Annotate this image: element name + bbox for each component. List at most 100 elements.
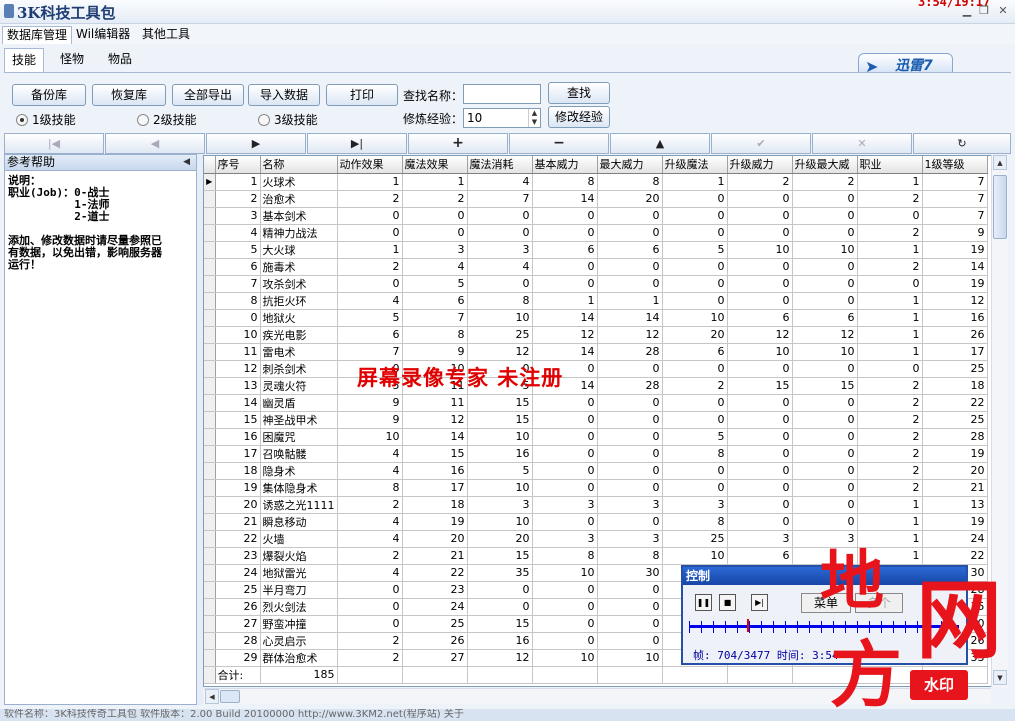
table-cell[interactable]: 1: [857, 173, 923, 191]
table-cell[interactable]: 0: [215, 309, 261, 327]
table-row[interactable]: 6 施毒术 2 4 4 0 0 0 0 0 2 14: [204, 258, 988, 276]
table-cell[interactable]: 15: [792, 377, 858, 395]
table-cell[interactable]: 14: [922, 258, 988, 276]
table-row[interactable]: 0 地狱火 5 7 10 14 14 10 6 6 1 16: [204, 309, 988, 327]
table-row[interactable]: ▶ 1 火球术 1 1 4 8 8 1 2 2 1 7: [204, 173, 988, 191]
table-cell[interactable]: 22: [922, 394, 988, 412]
table-cell[interactable]: 0: [727, 275, 793, 293]
table-cell[interactable]: 2: [857, 428, 923, 446]
next-record-icon[interactable]: ▶: [206, 133, 306, 154]
table-cell[interactable]: 0: [402, 207, 468, 225]
table-cell[interactable]: 24: [215, 564, 261, 582]
table-cell[interactable]: 0: [532, 411, 598, 429]
table-cell[interactable]: 29: [215, 649, 261, 667]
table-cell[interactable]: 27: [402, 649, 468, 667]
table-cell[interactable]: 2: [215, 190, 261, 208]
table-cell[interactable]: 0: [597, 394, 663, 412]
table-cell[interactable]: 9: [337, 411, 403, 429]
table-cell[interactable]: 0: [727, 207, 793, 225]
table-cell[interactable]: 3: [402, 241, 468, 259]
hscroll-thumb[interactable]: [220, 690, 240, 703]
column-header[interactable]: 最大威力: [597, 156, 663, 174]
table-cell[interactable]: 0: [467, 275, 533, 293]
table-cell[interactable]: 4: [337, 445, 403, 463]
close-icon[interactable]: ✕: [996, 4, 1010, 18]
maximize-icon[interactable]: ❐: [977, 4, 991, 18]
table-cell[interactable]: 1: [532, 292, 598, 310]
table-cell[interactable]: 15: [467, 615, 533, 633]
table-cell[interactable]: 0: [792, 207, 858, 225]
table-cell[interactable]: 26: [402, 632, 468, 650]
table-cell[interactable]: 0: [662, 360, 728, 378]
table-cell[interactable]: 0: [532, 632, 598, 650]
table-cell[interactable]: 8: [597, 547, 663, 565]
table-cell[interactable]: 8: [337, 479, 403, 497]
table-cell[interactable]: 0: [337, 224, 403, 242]
table-cell[interactable]: 2: [857, 377, 923, 395]
table-cell[interactable]: 灵魂火符: [260, 377, 338, 395]
table-cell[interactable]: 0: [597, 275, 663, 293]
table-cell[interactable]: 10: [792, 241, 858, 259]
table-cell[interactable]: 0: [857, 360, 923, 378]
post-check-icon[interactable]: ✔: [711, 133, 811, 154]
table-cell[interactable]: 20: [215, 496, 261, 514]
table-cell[interactable]: 5: [402, 275, 468, 293]
table-cell[interactable]: 28: [922, 428, 988, 446]
column-header[interactable]: 升级威力: [727, 156, 793, 174]
table-cell[interactable]: 0: [792, 258, 858, 276]
table-row[interactable]: 13 灵魂火符 5 11 5 14 28 2 15 15 2 18: [204, 377, 988, 395]
table-cell[interactable]: 16: [467, 445, 533, 463]
pause-icon[interactable]: ❚❚: [695, 594, 712, 611]
table-cell[interactable]: 0: [662, 258, 728, 276]
table-cell[interactable]: 3: [215, 207, 261, 225]
table-cell[interactable]: 15: [467, 411, 533, 429]
column-header[interactable]: 升级魔法: [662, 156, 728, 174]
cancel-x-icon[interactable]: ✕: [812, 133, 912, 154]
table-cell[interactable]: 精神力战法: [260, 224, 338, 242]
column-header[interactable]: 魔法效果: [402, 156, 468, 174]
table-cell[interactable]: 24: [402, 598, 468, 616]
table-cell[interactable]: 14: [532, 343, 598, 361]
table-cell[interactable]: 2: [857, 445, 923, 463]
table-cell[interactable]: 17: [215, 445, 261, 463]
table-cell[interactable]: 16: [467, 632, 533, 650]
table-cell[interactable]: 4: [402, 258, 468, 276]
table-cell[interactable]: 0: [792, 479, 858, 497]
table-cell[interactable]: 19: [402, 513, 468, 531]
table-cell[interactable]: 2: [792, 173, 858, 191]
table-cell[interactable]: 2: [857, 479, 923, 497]
table-cell[interactable]: 10: [215, 326, 261, 344]
table-row[interactable]: 4 精神力战法 0 0 0 0 0 0 0 0 2 9: [204, 224, 988, 242]
menu-database[interactable]: 数据库管理: [2, 26, 73, 44]
table-cell[interactable]: 10: [597, 649, 663, 667]
table-cell[interactable]: 2: [337, 190, 403, 208]
table-cell[interactable]: 2: [337, 547, 403, 565]
table-cell[interactable]: 12: [597, 326, 663, 344]
table-cell[interactable]: 2: [402, 190, 468, 208]
table-cell[interactable]: 3: [532, 496, 598, 514]
table-row[interactable]: 16 困魔咒 10 14 10 0 0 5 0 0 2 28: [204, 428, 988, 446]
table-cell[interactable]: 19: [922, 513, 988, 531]
table-cell[interactable]: 2: [857, 462, 923, 480]
table-cell[interactable]: 0: [792, 445, 858, 463]
table-cell[interactable]: 0: [532, 207, 598, 225]
table-cell[interactable]: 2: [337, 632, 403, 650]
table-cell[interactable]: 6: [215, 258, 261, 276]
table-cell[interactable]: 0: [792, 292, 858, 310]
table-cell[interactable]: 22: [215, 530, 261, 548]
table-cell[interactable]: 0: [467, 207, 533, 225]
table-cell[interactable]: 5: [467, 462, 533, 480]
table-cell[interactable]: 地狱雷光: [260, 564, 338, 582]
table-cell[interactable]: 17: [402, 479, 468, 497]
table-cell[interactable]: 0: [662, 479, 728, 497]
table-cell[interactable]: 5: [662, 241, 728, 259]
table-cell[interactable]: 0: [662, 275, 728, 293]
table-cell[interactable]: 10: [727, 343, 793, 361]
table-cell[interactable]: 0: [597, 479, 663, 497]
table-cell[interactable]: 8: [532, 547, 598, 565]
table-cell[interactable]: 0: [532, 275, 598, 293]
table-cell[interactable]: 1: [857, 241, 923, 259]
table-cell[interactable]: 0: [727, 513, 793, 531]
column-header[interactable]: 1级等级: [922, 156, 988, 174]
table-cell[interactable]: 0: [727, 224, 793, 242]
